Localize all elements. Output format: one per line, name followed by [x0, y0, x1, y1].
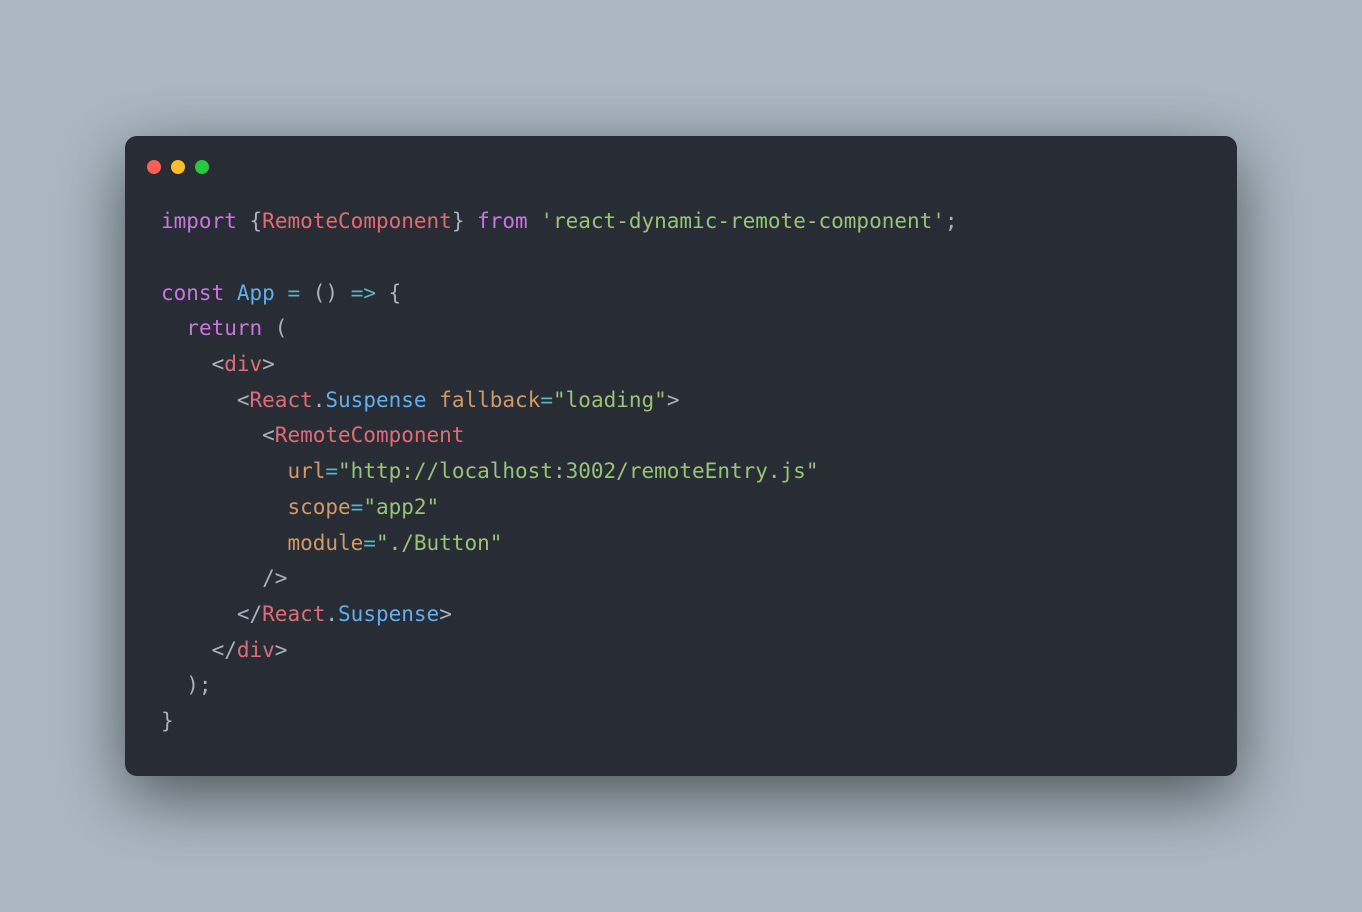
code-token [161, 531, 287, 555]
code-token: RemoteComponent [262, 209, 452, 233]
code-token: /> [161, 566, 287, 590]
code-token: = [325, 459, 338, 483]
close-dot-icon [147, 160, 161, 174]
code-token: < [161, 423, 275, 447]
code-token: "app2" [363, 495, 439, 519]
code-token: </ [161, 602, 262, 626]
code-token: url [287, 459, 325, 483]
code-token [275, 281, 288, 305]
code-token [338, 281, 351, 305]
code-token: </ [161, 638, 237, 662]
code-token: "http://localhost:3002/remoteEntry.js" [338, 459, 818, 483]
code-token: "./Button" [376, 531, 502, 555]
code-token [161, 316, 186, 340]
code-token: . [325, 602, 338, 626]
code-token: > [262, 352, 275, 376]
code-token: ) [325, 281, 338, 305]
code-token: ( [262, 316, 287, 340]
code-token: div [224, 352, 262, 376]
code-line: <div> [161, 347, 1201, 383]
code-token: { [376, 281, 401, 305]
code-token: > [275, 638, 288, 662]
code-token: Suspense [325, 388, 426, 412]
window-titlebar [125, 160, 1237, 192]
code-line: import {RemoteComponent} from 'react-dyn… [161, 204, 1201, 240]
code-token: div [237, 638, 275, 662]
code-token: React [262, 602, 325, 626]
code-token: ( [313, 281, 326, 305]
code-token: import [161, 209, 250, 233]
code-token: > [667, 388, 680, 412]
code-token: App [237, 281, 275, 305]
code-token: = [351, 495, 364, 519]
code-line: return ( [161, 311, 1201, 347]
code-token [300, 281, 313, 305]
code-token: < [161, 388, 250, 412]
code-token: = [287, 281, 300, 305]
code-token: fallback [439, 388, 540, 412]
code-token [161, 495, 287, 519]
code-token: } [161, 709, 174, 733]
code-token: } [452, 209, 465, 233]
code-token: = [540, 388, 553, 412]
code-token: scope [287, 495, 350, 519]
code-token: React [250, 388, 313, 412]
code-line [161, 240, 1201, 276]
code-token: 'react-dynamic-remote-component' [540, 209, 945, 233]
code-token [427, 388, 440, 412]
code-token [161, 459, 287, 483]
code-line: url="http://localhost:3002/remoteEntry.j… [161, 454, 1201, 490]
minimize-dot-icon [171, 160, 185, 174]
code-token: => [351, 281, 376, 305]
code-window: import {RemoteComponent} from 'react-dyn… [125, 136, 1237, 775]
code-line: </React.Suspense> [161, 597, 1201, 633]
code-line: /> [161, 561, 1201, 597]
code-token: > [439, 602, 452, 626]
code-token: module [287, 531, 363, 555]
code-line: ); [161, 668, 1201, 704]
code-token: { [250, 209, 263, 233]
code-line: } [161, 704, 1201, 740]
code-block: import {RemoteComponent} from 'react-dyn… [125, 192, 1237, 747]
code-token: from [464, 209, 540, 233]
code-line: <RemoteComponent [161, 418, 1201, 454]
code-token: "loading" [553, 388, 667, 412]
code-token: return [186, 316, 262, 340]
code-token: < [161, 352, 224, 376]
code-token: RemoteComponent [275, 423, 465, 447]
code-token: Suspense [338, 602, 439, 626]
zoom-dot-icon [195, 160, 209, 174]
code-token: . [313, 388, 326, 412]
code-line: </div> [161, 633, 1201, 669]
code-token: = [363, 531, 376, 555]
code-line: scope="app2" [161, 490, 1201, 526]
code-token: const [161, 281, 237, 305]
code-token: ); [161, 673, 212, 697]
code-token: ; [945, 209, 958, 233]
code-line: module="./Button" [161, 526, 1201, 562]
code-line: <React.Suspense fallback="loading"> [161, 383, 1201, 419]
code-line: const App = () => { [161, 276, 1201, 312]
